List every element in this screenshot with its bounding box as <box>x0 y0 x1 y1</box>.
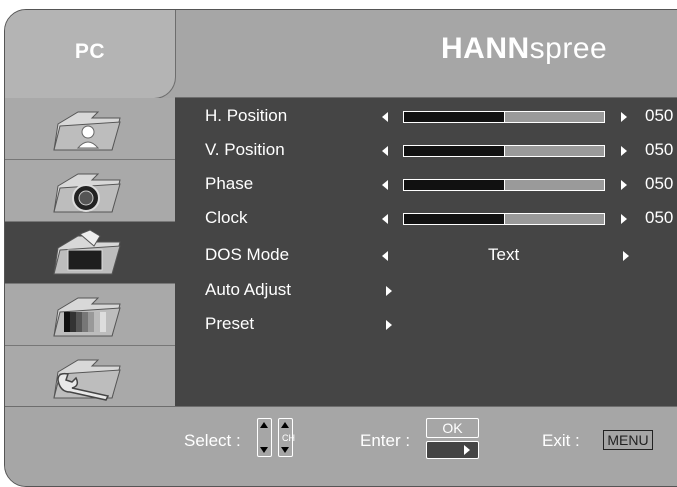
decrease-arrow-icon[interactable] <box>382 214 388 224</box>
right-key <box>426 441 479 459</box>
page-title: PC <box>74 40 106 63</box>
phase-slider[interactable] <box>403 179 605 191</box>
folder-monitor-icon <box>53 229 121 275</box>
up-arrow-icon <box>281 422 289 428</box>
down-arrow-icon <box>281 447 289 453</box>
sidebar-item-picture[interactable] <box>5 98 175 160</box>
increase-arrow-icon[interactable] <box>621 180 627 190</box>
ok-key: OK <box>426 418 479 438</box>
brand-logo: HANNspree <box>441 32 608 65</box>
decrease-arrow-icon[interactable] <box>382 112 388 122</box>
sidebar-item-setup[interactable] <box>5 346 175 407</box>
menu-row-auto-adjust[interactable]: Auto Adjust <box>175 274 677 308</box>
ch-label: CH <box>282 433 295 443</box>
folder-speaker-icon <box>53 173 121 213</box>
menu-row-value: 050 <box>645 140 674 159</box>
previous-option-icon[interactable] <box>382 251 388 261</box>
settings-panel: H. Position 050 V. Position 050 Phase 05… <box>175 98 677 406</box>
menu-row-value: 050 <box>645 106 674 125</box>
enter-label: Enter : <box>360 431 411 450</box>
menu-row-label: DOS Mode <box>205 245 290 264</box>
menu-row-label: Phase <box>205 174 254 193</box>
menu-row-label: V. Position <box>205 140 285 159</box>
dos-mode-value: Text <box>488 245 520 264</box>
up-arrow-icon <box>260 422 268 428</box>
menu-row-clock[interactable]: Clock 050 <box>175 202 677 236</box>
decrease-arrow-icon[interactable] <box>382 146 388 156</box>
sidebar-item-pc[interactable] <box>5 222 175 284</box>
menu-row-label: Preset <box>205 314 255 333</box>
menu-row-v-position[interactable]: V. Position 050 <box>175 134 677 168</box>
play-arrow-icon <box>464 445 470 455</box>
increase-arrow-icon[interactable] <box>621 214 627 224</box>
select-label: Select : <box>184 431 241 450</box>
menu-row-value: 050 <box>645 208 674 227</box>
channel-updown-key: CH <box>278 418 295 457</box>
folder-person-icon <box>53 111 121 151</box>
menu-row-preset[interactable]: Preset <box>175 308 677 342</box>
h-position-slider[interactable] <box>403 111 605 123</box>
sidebar-item-audio[interactable] <box>5 160 175 222</box>
down-arrow-icon <box>260 447 268 453</box>
osd-window: PC HANNspree H. Position 050 V. Position… <box>4 9 677 487</box>
folder-color-bars-icon <box>53 297 121 337</box>
enter-arrow-icon[interactable] <box>386 320 392 330</box>
decrease-arrow-icon[interactable] <box>382 180 388 190</box>
footer-help-bar: Select : CH Enter : OK Exit : MENU <box>5 406 677 486</box>
increase-arrow-icon[interactable] <box>621 146 627 156</box>
clock-slider[interactable] <box>403 213 605 225</box>
menu-row-dos-mode[interactable]: DOS Mode Text <box>175 239 677 273</box>
folder-wrench-icon <box>53 359 121 401</box>
v-position-slider[interactable] <box>403 145 605 157</box>
exit-label: Exit : <box>542 431 580 450</box>
menu-row-label: Clock <box>205 208 248 227</box>
menu-row-label: H. Position <box>205 106 288 125</box>
menu-row-value: 050 <box>645 174 674 193</box>
select-updown-key <box>257 418 272 457</box>
menu-row-h-position[interactable]: H. Position 050 <box>175 100 677 134</box>
menu-row-label: Auto Adjust <box>205 280 292 299</box>
enter-arrow-icon[interactable] <box>386 286 392 296</box>
sidebar <box>5 98 175 407</box>
increase-arrow-icon[interactable] <box>621 112 627 122</box>
menu-row-phase[interactable]: Phase 050 <box>175 168 677 202</box>
next-option-icon[interactable] <box>623 251 629 261</box>
sidebar-item-color[interactable] <box>5 284 175 346</box>
menu-key: MENU <box>603 430 653 450</box>
